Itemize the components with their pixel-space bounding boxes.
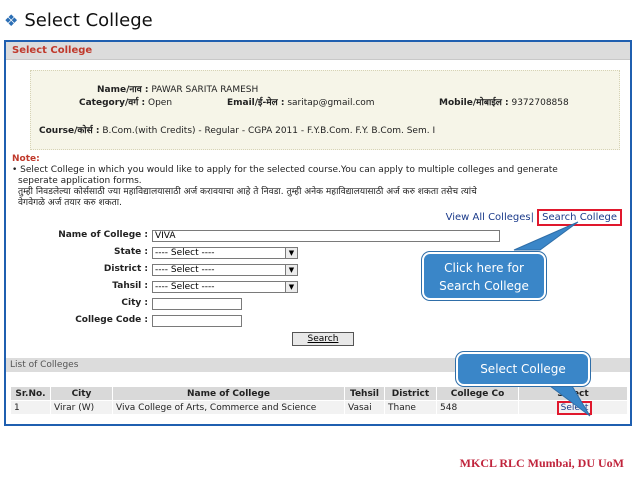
colleges-table: Sr.No. City Name of College Tehsil Distr… — [10, 386, 628, 415]
search-callout-line-2: Search College — [439, 279, 529, 293]
college-name-input[interactable]: VIVA — [152, 230, 500, 242]
profile-box: Name/नाव : PAWAR SARITA RAMESH Category/… — [30, 70, 620, 150]
search-college-link[interactable]: Search College — [537, 209, 622, 226]
view-all-colleges-link[interactable]: View All Colleges — [446, 212, 531, 223]
table-header-row: Sr.No. City Name of College Tehsil Distr… — [10, 386, 628, 401]
course-value: B.Com.(with Credits) - Regular - CGPA 20… — [102, 126, 436, 136]
college-name-label: Name of College : — [58, 230, 148, 240]
col-select: Select — [518, 386, 628, 401]
mobile-label: Mobile/मोबाईल : — [439, 98, 509, 108]
note-line-2: seperate application forms. — [18, 176, 142, 186]
cell-select: Select — [518, 400, 628, 415]
district-select[interactable]: ---- Select ---- ▼ — [152, 264, 298, 276]
col-sr-no: Sr.No. — [10, 386, 51, 401]
mobile-value: 9372708858 — [511, 98, 569, 108]
email-value: saritap@gmail.com — [287, 98, 375, 108]
category-value: Open — [147, 98, 173, 108]
section-header: Select College — [6, 42, 630, 60]
city-label: City : — [121, 298, 148, 308]
search-college-callout: Click here for Search College — [422, 252, 546, 300]
diamond-bullet-icon: ❖ — [4, 11, 19, 30]
search-callout-line-1: Click here for — [444, 261, 524, 275]
col-college-code: College Co — [436, 386, 519, 401]
district-select-value: ---- Select ---- — [155, 265, 215, 275]
college-code-label: College Code : — [75, 315, 148, 325]
footer-credit: MKCL RLC Mumbai, DU UoM — [459, 456, 624, 470]
col-tehsil: Tehsil — [344, 386, 385, 401]
table-row: 1 Virar (W) Viva College of Arts, Commer… — [10, 400, 628, 415]
cell-district: Thane — [384, 400, 437, 415]
col-city: City — [50, 386, 113, 401]
cell-college-code: 548 — [436, 400, 519, 415]
link-separator: | — [530, 212, 534, 223]
search-button[interactable]: Search — [292, 332, 354, 346]
note-line-3: तुम्ही निवडलेल्या कोर्ससाठी ज्या महाविद्… — [18, 187, 477, 197]
chevron-down-icon: ▼ — [285, 282, 297, 292]
city-input[interactable] — [152, 298, 242, 310]
tahsil-select[interactable]: ---- Select ---- ▼ — [152, 281, 298, 293]
college-code-input[interactable] — [152, 315, 242, 327]
course-label: Course/कोर्स : — [39, 126, 100, 136]
name-label: Name/नाव : — [97, 85, 149, 95]
note-line-4: वेगवेगळे अर्ज तयार करु शकता. — [18, 198, 122, 208]
cell-college-name: Viva College of Arts, Commerce and Scien… — [112, 400, 345, 415]
col-district: District — [384, 386, 437, 401]
email-label: Email/ई-मेल : — [227, 98, 285, 108]
col-college-name: Name of College — [112, 386, 345, 401]
chevron-down-icon: ▼ — [285, 265, 297, 275]
tahsil-select-value: ---- Select ---- — [155, 282, 215, 292]
select-college-link[interactable]: Select — [556, 400, 593, 415]
note-line-1: • Select College in which you would like… — [12, 165, 558, 175]
note-heading: Note: — [12, 154, 40, 164]
state-label: State : — [114, 247, 148, 257]
state-select-value: ---- Select ---- — [155, 248, 215, 258]
cell-tehsil: Vasai — [344, 400, 385, 415]
tahsil-label: Tahsil : — [112, 281, 148, 291]
cell-sr-no: 1 — [10, 400, 51, 415]
slide-title: ❖ Select College — [4, 10, 153, 31]
chevron-down-icon: ▼ — [285, 248, 297, 258]
district-label: District : — [103, 264, 148, 274]
slide-title-text: Select College — [24, 10, 153, 31]
select-college-callout: Select College — [456, 352, 590, 386]
cell-city: Virar (W) — [50, 400, 113, 415]
name-value: PAWAR SARITA RAMESH — [151, 85, 259, 95]
state-select[interactable]: ---- Select ---- ▼ — [152, 247, 298, 259]
college-links: View All Colleges| Search College — [446, 209, 622, 226]
category-label: Category/वर्ग : — [79, 98, 146, 108]
note-section: Note: • Select College in which you woul… — [12, 154, 624, 209]
